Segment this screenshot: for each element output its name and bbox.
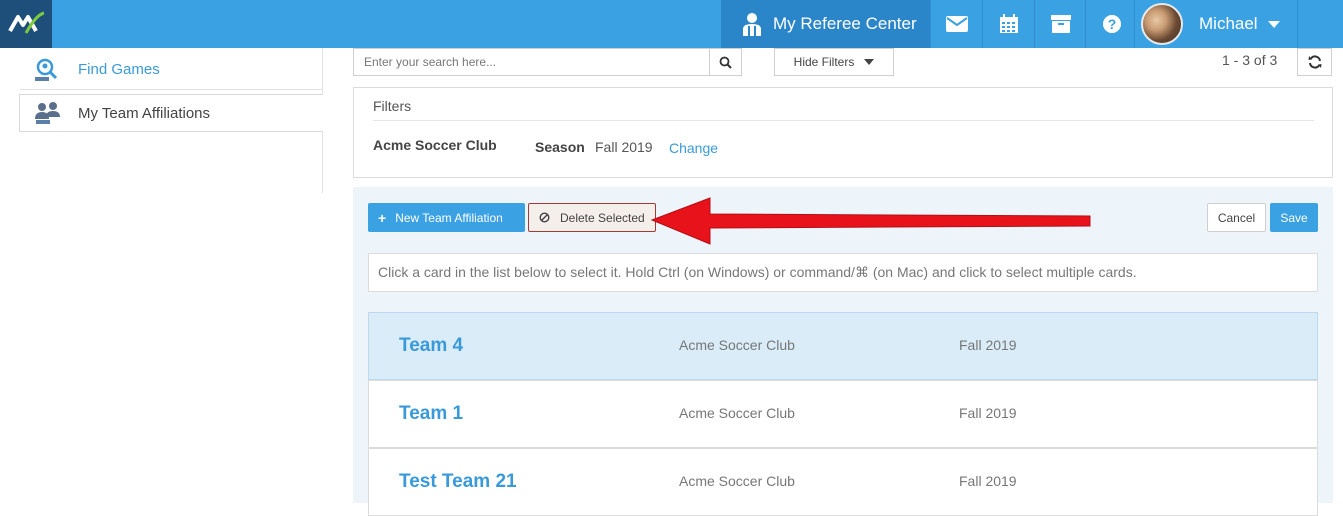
filter-season-label: Season bbox=[535, 139, 585, 155]
calendar-button[interactable] bbox=[982, 0, 1034, 48]
team-club: Acme Soccer Club bbox=[679, 473, 795, 489]
delete-selected-button[interactable]: Delete Selected bbox=[528, 203, 656, 232]
calendar-icon bbox=[999, 14, 1018, 33]
team-icon bbox=[34, 101, 62, 125]
referee-center-label: My Referee Center bbox=[773, 14, 917, 33]
search-button[interactable] bbox=[709, 49, 741, 75]
filters-title: Filters bbox=[373, 98, 412, 114]
cancel-button[interactable]: Cancel bbox=[1207, 203, 1266, 232]
refresh-button[interactable] bbox=[1297, 48, 1332, 76]
logo-icon bbox=[8, 11, 45, 34]
avatar bbox=[1141, 3, 1183, 45]
hide-filters-button[interactable]: Hide Filters bbox=[774, 48, 894, 76]
envelope-icon bbox=[945, 16, 968, 32]
new-team-affiliation-button[interactable]: + New Team Affiliation bbox=[368, 203, 525, 232]
user-name: Michael bbox=[1199, 14, 1258, 33]
team-season: Fall 2019 bbox=[959, 473, 1017, 489]
referee-icon bbox=[743, 13, 761, 36]
search-icon bbox=[719, 56, 732, 69]
team-card[interactable]: Test Team 21 Acme Soccer Club Fall 2019 bbox=[368, 448, 1318, 516]
svg-text:?: ? bbox=[1107, 16, 1116, 32]
team-name: Test Team 21 bbox=[399, 471, 517, 492]
filter-club: Acme Soccer Club bbox=[373, 137, 497, 153]
new-team-affiliation-label: New Team Affiliation bbox=[395, 210, 503, 225]
team-card[interactable]: Team 4 Acme Soccer Club Fall 2019 bbox=[368, 312, 1318, 380]
sidebar-item-team-affiliations[interactable]: My Team Affiliations bbox=[19, 94, 323, 132]
search-input[interactable] bbox=[354, 49, 709, 75]
my-referee-center-button[interactable]: My Referee Center bbox=[721, 0, 930, 48]
divider bbox=[373, 120, 1314, 121]
search-box bbox=[353, 48, 742, 76]
user-menu[interactable]: Michael bbox=[1134, 0, 1298, 48]
team-club: Acme Soccer Club bbox=[679, 337, 795, 353]
delete-selected-label: Delete Selected bbox=[560, 210, 645, 225]
refresh-icon bbox=[1308, 55, 1321, 69]
team-season: Fall 2019 bbox=[959, 405, 1017, 421]
filters-panel: Filters Acme Soccer Club Season Fall 201… bbox=[353, 87, 1333, 178]
sidebar: Find Games My Team Affiliations bbox=[0, 48, 323, 193]
chevron-down-icon bbox=[1267, 20, 1280, 28]
ban-icon bbox=[539, 212, 550, 223]
messages-button[interactable] bbox=[930, 0, 982, 48]
team-name: Team 4 bbox=[399, 335, 464, 356]
sidebar-item-find-games[interactable]: Find Games bbox=[20, 50, 322, 90]
change-season-link[interactable]: Change bbox=[669, 140, 718, 156]
help-icon: ? bbox=[1102, 15, 1121, 33]
app-logo[interactable] bbox=[0, 0, 52, 48]
hide-filters-label: Hide Filters bbox=[793, 55, 855, 69]
team-season: Fall 2019 bbox=[959, 337, 1017, 353]
annotation-arrow-icon bbox=[650, 197, 1091, 245]
chevron-down-icon bbox=[864, 59, 875, 65]
save-button[interactable]: Save bbox=[1270, 203, 1318, 232]
pager-count: 1 - 3 of 3 bbox=[1222, 52, 1278, 68]
sidebar-item-label: My Team Affiliations bbox=[78, 104, 211, 122]
sidebar-item-label: Find Games bbox=[78, 61, 160, 78]
archive-icon bbox=[1050, 15, 1071, 33]
team-club: Acme Soccer Club bbox=[679, 405, 795, 421]
help-button[interactable]: ? bbox=[1085, 0, 1137, 48]
filter-season-value: Fall 2019 bbox=[595, 139, 653, 155]
team-card[interactable]: Team 1 Acme Soccer Club Fall 2019 bbox=[368, 380, 1318, 448]
selection-hint: Click a card in the list below to select… bbox=[368, 253, 1318, 292]
top-navbar: My Referee Center ? Michael bbox=[0, 0, 1343, 48]
archive-button[interactable] bbox=[1034, 0, 1086, 48]
team-name: Team 1 bbox=[399, 403, 464, 424]
search-people-icon bbox=[32, 58, 60, 82]
plus-icon: + bbox=[378, 209, 387, 226]
